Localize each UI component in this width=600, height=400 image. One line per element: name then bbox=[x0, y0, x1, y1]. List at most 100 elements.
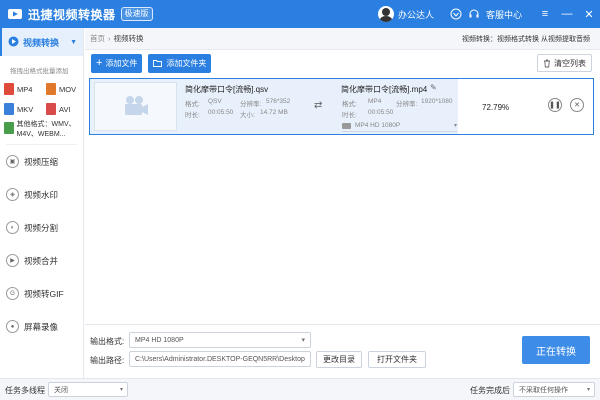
sidebar-item-label: 视频合并 bbox=[24, 255, 59, 266]
after-completion-label: 任务完成后 bbox=[470, 386, 510, 395]
source-file-name: 简化摩带口令[流畅].qsv bbox=[185, 85, 269, 94]
plus-icon: + bbox=[96, 57, 103, 69]
format-mov[interactable]: MOV bbox=[46, 82, 88, 96]
change-directory-button[interactable]: 更改目录 bbox=[316, 351, 362, 368]
open-folder-label: 打开文件夹 bbox=[377, 355, 417, 364]
add-file-button[interactable]: + 添加文件 bbox=[91, 53, 143, 73]
after-completion-select[interactable]: 不采取任何操作 ▾ bbox=[513, 382, 595, 397]
output-path-label: 输出路径: bbox=[90, 356, 125, 365]
sidebar-item-label: 视频转换 bbox=[23, 37, 60, 48]
target-format: MP4 bbox=[368, 98, 382, 105]
target-preset-select[interactable]: MP4 HD 1080P ▾ bbox=[342, 120, 457, 132]
target-resolution-label: 分辨率: bbox=[396, 101, 418, 108]
target-format-label: 格式: bbox=[342, 101, 357, 108]
format-mp4[interactable]: MP4 bbox=[4, 82, 46, 96]
trash-icon bbox=[543, 59, 551, 68]
target-resolution: 1920*1080 bbox=[421, 98, 453, 105]
file-icon bbox=[46, 103, 56, 115]
sidebar-item-merge[interactable]: ▶ 视频合并 bbox=[0, 244, 83, 277]
source-format-label: 格式: bbox=[185, 101, 200, 108]
clear-list-label: 清空列表 bbox=[554, 58, 586, 68]
sidebar-item-gif[interactable]: G 视频转GIF bbox=[0, 277, 83, 310]
source-duration: 00:05:50 bbox=[208, 109, 234, 116]
video-thumbnail bbox=[94, 82, 177, 131]
change-directory-label: 更改目录 bbox=[323, 355, 355, 364]
task-info: 简化摩带口令[流畅].qsv 格式: QSV 分辨率: 576*352 时长: … bbox=[90, 79, 458, 134]
compress-icon: ▣ bbox=[6, 155, 19, 168]
split-icon: ◐ bbox=[6, 221, 19, 234]
format-label: MOV bbox=[59, 84, 77, 94]
progress-percent: 72.79% bbox=[482, 103, 510, 112]
pause-button[interactable]: ❚❚ bbox=[548, 98, 562, 112]
app-title: 迅捷视频转换器 bbox=[28, 7, 116, 22]
app-logo-icon bbox=[6, 5, 24, 23]
close-icon: ✕ bbox=[574, 102, 580, 109]
headset-icon[interactable] bbox=[468, 8, 480, 20]
sidebar-item-split[interactable]: ◐ 视频分割 bbox=[0, 211, 83, 244]
target-file-name: 简化摩带口令[流畅].mp4 bbox=[341, 85, 428, 94]
title-bar: 迅捷视频转换器 极速版 办公达人 客服中心 ≡ — ✕ bbox=[0, 0, 600, 28]
chevron-down-icon: ▾ bbox=[301, 337, 305, 344]
open-folder-button[interactable]: 打开文件夹 bbox=[368, 351, 426, 368]
edit-icon[interactable]: ✎ bbox=[430, 83, 437, 92]
service-center-link[interactable]: 客服中心 bbox=[486, 8, 522, 21]
format-label: AVI bbox=[59, 104, 71, 114]
file-icon bbox=[46, 83, 56, 95]
format-avi[interactable]: AVI bbox=[46, 102, 88, 116]
breadcrumb-current: 视频转换 bbox=[113, 34, 144, 43]
video-camera-icon bbox=[121, 94, 151, 120]
start-convert-button[interactable]: 正在转换 bbox=[522, 336, 590, 364]
remove-task-button[interactable]: ✕ bbox=[570, 98, 584, 112]
after-completion-value: 不采取任何操作 bbox=[519, 386, 568, 394]
format-mkv[interactable]: MKV bbox=[4, 102, 46, 116]
output-format-select[interactable]: MP4 HD 1080P ▾ bbox=[129, 332, 311, 348]
video-convert-icon bbox=[8, 36, 19, 49]
breadcrumb-description: 视频转换：视频格式转换 从视频提取音频 bbox=[462, 35, 590, 43]
source-resolution: 576*352 bbox=[266, 98, 291, 105]
convert-arrow-icon: ⇄ bbox=[314, 100, 323, 111]
sidebar-item-video-convert[interactable]: 视频转换 ▼ bbox=[0, 28, 83, 56]
minimize-icon[interactable]: — bbox=[556, 0, 578, 28]
menu-icon[interactable]: ≡ bbox=[534, 0, 556, 28]
sidebar-item-record[interactable]: ● 屏幕录像 bbox=[0, 310, 83, 343]
watermark-icon: ◈ bbox=[6, 188, 19, 201]
toolbar: + 添加文件 添加文件夹 清空列表 bbox=[85, 50, 600, 76]
file-icon bbox=[4, 103, 14, 115]
multithread-value: 关闭 bbox=[54, 386, 68, 394]
sidebar-item-compress[interactable]: ▣ 视频压缩 bbox=[0, 145, 83, 178]
multithread-select[interactable]: 关闭 ▾ bbox=[48, 382, 128, 397]
folder-icon bbox=[153, 59, 163, 67]
multithread-label: 任务多线程 bbox=[5, 386, 45, 395]
output-path-input[interactable]: C:\Users\Administrator.DESKTOP-GEQN5RR\D… bbox=[129, 351, 311, 367]
file-icon bbox=[4, 83, 14, 95]
format-other[interactable]: 其他格式：WMV、M4V、WEBM... bbox=[0, 116, 83, 140]
vip-icon[interactable] bbox=[450, 8, 462, 20]
target-preset-value: MP4 HD 1080P bbox=[355, 122, 401, 129]
source-size-label: 大小: bbox=[240, 112, 255, 119]
chevron-down-icon: ▾ bbox=[119, 387, 123, 393]
add-folder-button[interactable]: 添加文件夹 bbox=[148, 53, 212, 73]
drag-hint: 拖拽出格式批量添加 bbox=[10, 68, 69, 75]
chevron-down-icon: ▾ bbox=[453, 123, 457, 129]
source-size: 14.72 MB bbox=[260, 109, 288, 116]
format-label: MP4 bbox=[17, 84, 33, 94]
target-duration-label: 时长: bbox=[342, 112, 357, 119]
output-format-label: 输出格式: bbox=[90, 337, 125, 346]
format-grid: MP4 MOV MKV AVI bbox=[0, 80, 83, 116]
add-file-label: 添加文件 bbox=[105, 58, 138, 68]
task-row[interactable]: 简化摩带口令[流畅].qsv 格式: QSV 分辨率: 576*352 时长: … bbox=[89, 78, 594, 135]
clear-list-button[interactable]: 清空列表 bbox=[537, 54, 592, 72]
file-icon bbox=[4, 122, 14, 134]
breadcrumb-separator: › bbox=[108, 34, 111, 43]
gif-icon: G bbox=[6, 287, 19, 300]
user-name[interactable]: 办公达人 bbox=[398, 8, 434, 21]
source-format: QSV bbox=[208, 98, 222, 105]
pause-icon: ❚❚ bbox=[549, 102, 561, 109]
sidebar-item-watermark[interactable]: ◈ 视频水印 bbox=[0, 178, 83, 211]
sidebar-item-label: 屏幕录像 bbox=[24, 321, 59, 332]
sidebar: 视频转换 ▼ 拖拽出格式批量添加 MP4 MOV MKV AVI 其他格式：WM… bbox=[0, 28, 84, 378]
avatar[interactable] bbox=[377, 6, 394, 22]
version-badge: 极速版 bbox=[120, 7, 153, 21]
breadcrumb-home[interactable]: 首页 bbox=[90, 33, 105, 44]
close-icon[interactable]: ✕ bbox=[578, 0, 600, 28]
